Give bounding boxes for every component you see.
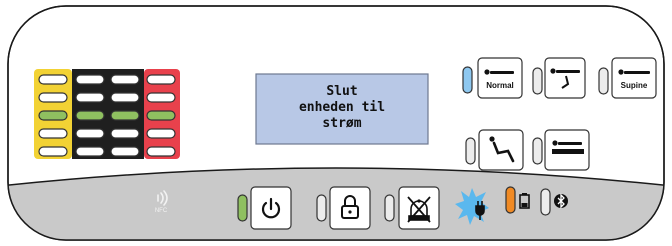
alarm-mute-icon: [407, 196, 431, 223]
supine-mode-label: Supine: [621, 81, 648, 90]
bluetooth-icon: [554, 193, 568, 209]
level-bar-graph: [34, 69, 180, 159]
lcd-line-3: strøm: [322, 116, 362, 131]
side-lying-led: [532, 67, 543, 95]
lcd-line-1: Slut: [326, 84, 358, 99]
alarm-mute-led: [384, 194, 395, 222]
normal-mode-led: [462, 66, 473, 94]
lock-led: [316, 194, 327, 222]
lcd-line-2: enheden til: [298, 100, 386, 115]
bluetooth-led: [540, 188, 551, 216]
supine-mode-led: [598, 67, 609, 95]
sitting-mode-led: [465, 137, 476, 165]
power-led: [237, 194, 248, 222]
battery-led: [505, 186, 516, 214]
normal-mode-label: Normal: [486, 81, 514, 90]
lcd-message: Slut enheden til strøm: [258, 84, 426, 132]
nfc-label: NFC: [155, 208, 168, 214]
flat-bed-mode-led: [532, 137, 543, 165]
